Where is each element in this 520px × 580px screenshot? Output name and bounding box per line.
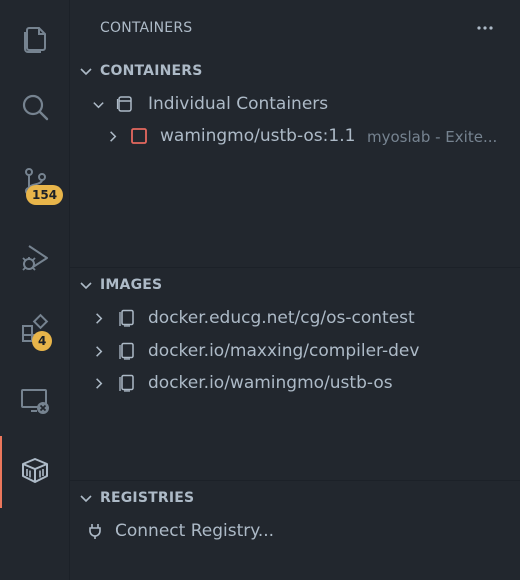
- section-divider: [70, 480, 520, 481]
- remote-explorer-button[interactable]: [0, 372, 69, 428]
- chevron-down-icon: [80, 282, 92, 290]
- more-actions-icon[interactable]: [475, 20, 495, 36]
- container-group-label: Individual Containers: [148, 94, 329, 114]
- chevron-down-icon: [93, 102, 104, 109]
- container-stopped-icon: [131, 128, 147, 144]
- source-control-badge: 154: [26, 185, 64, 205]
- extensions-button[interactable]: 4: [0, 300, 69, 356]
- connect-registry-label: Connect Registry...: [115, 521, 275, 541]
- chevron-right-icon: [110, 131, 117, 142]
- activity-bar: 154 4: [0, 0, 70, 580]
- chevron-down-icon: [80, 495, 92, 503]
- image-name: docker.io/maxxing/compiler-dev: [148, 341, 420, 361]
- container-group-icon: [116, 96, 132, 112]
- image-name: docker.educg.net/cg/os-contest: [148, 308, 415, 328]
- image-name: docker.io/wamingmo/ustb-os: [148, 373, 393, 393]
- chevron-down-icon: [80, 68, 92, 76]
- image-icon: [119, 374, 134, 392]
- section-divider: [70, 267, 520, 268]
- image-icon: [119, 342, 134, 360]
- run-debug-icon: [21, 245, 48, 271]
- container-group-row[interactable]: Individual Containers: [70, 88, 520, 120]
- docker-button[interactable]: [0, 436, 69, 508]
- chevron-right-icon: [96, 378, 103, 389]
- images-section-label: IMAGES: [100, 277, 163, 293]
- image-icon: [119, 309, 134, 327]
- container-description: myoslab - Exite...: [367, 128, 498, 146]
- images-section-header[interactable]: IMAGES: [70, 272, 520, 298]
- container-row[interactable]: wamingmo/ustb-os:1.1 myoslab - Exite...: [70, 120, 520, 152]
- image-row[interactable]: docker.educg.net/cg/os-contest: [70, 302, 520, 334]
- explorer-button[interactable]: [0, 10, 69, 66]
- search-icon: [22, 94, 48, 121]
- view-title-bar: CONTAINERS: [70, 0, 520, 58]
- containers-section-label: CONTAINERS: [100, 63, 203, 79]
- run-debug-button[interactable]: [0, 230, 69, 286]
- connect-registry-row[interactable]: Connect Registry...: [70, 515, 520, 547]
- registries-section-label: REGISTRIES: [100, 490, 195, 506]
- remote-explorer-icon: [20, 389, 49, 414]
- chevron-right-icon: [96, 346, 103, 357]
- chevron-right-icon: [96, 313, 103, 324]
- containers-section-header[interactable]: CONTAINERS: [70, 58, 520, 84]
- search-button[interactable]: [0, 80, 69, 136]
- extensions-badge: 4: [32, 331, 53, 351]
- explorer-icon: [23, 27, 46, 53]
- registries-section-header[interactable]: REGISTRIES: [70, 485, 520, 511]
- image-row[interactable]: docker.io/maxxing/compiler-dev: [70, 335, 520, 367]
- docker-sidebar: CONTAINERS CONTAINERS Individual Contain…: [70, 0, 520, 580]
- view-title: CONTAINERS: [100, 20, 193, 36]
- docker-icon: [21, 458, 48, 483]
- image-row[interactable]: docker.io/wamingmo/ustb-os: [70, 367, 520, 399]
- source-control-button[interactable]: 154: [0, 153, 69, 209]
- container-name: wamingmo/ustb-os:1.1: [160, 126, 356, 146]
- plug-icon: [89, 524, 101, 539]
